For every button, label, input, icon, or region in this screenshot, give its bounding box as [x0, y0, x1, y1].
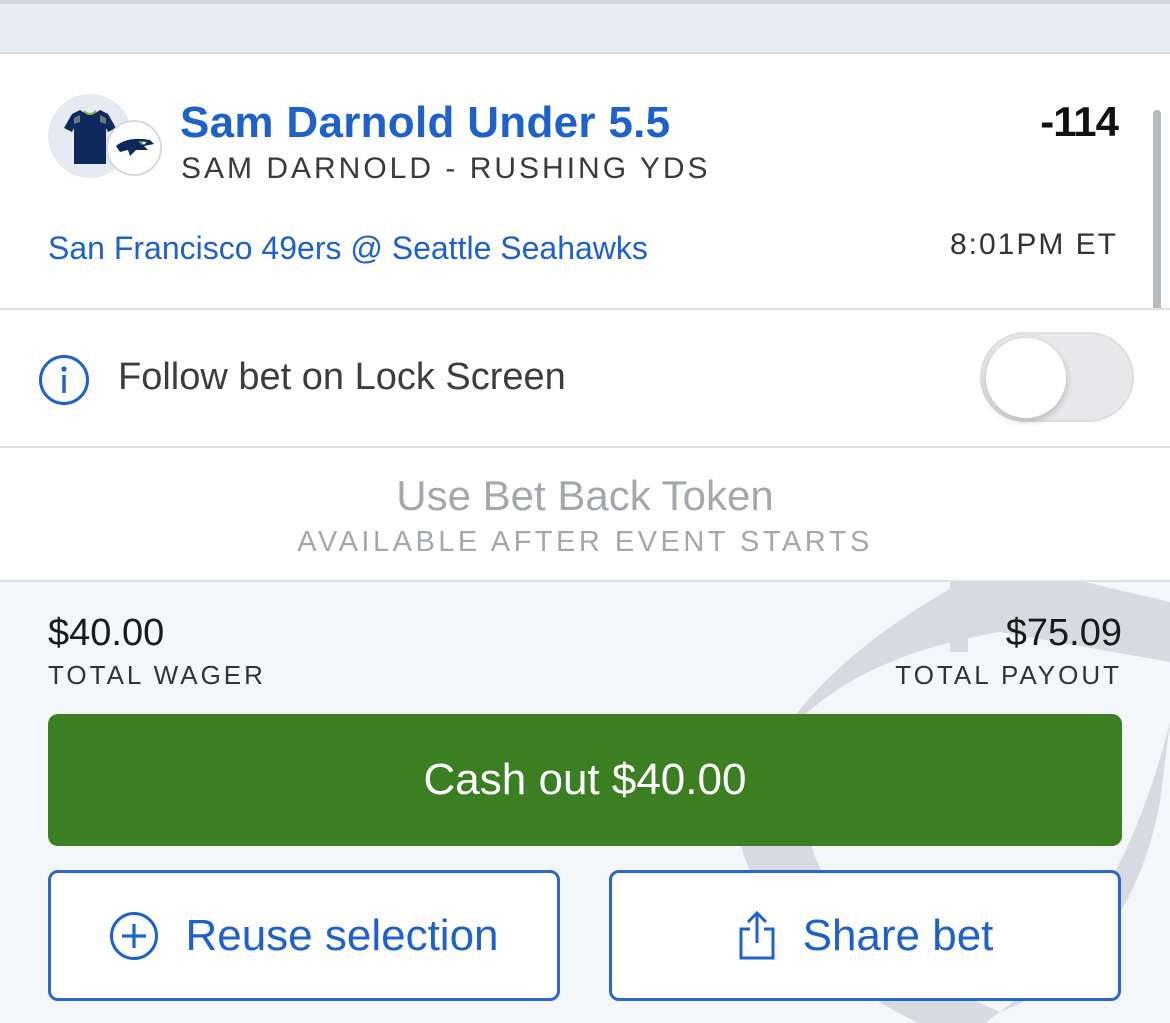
- bet-odds: -114: [1040, 98, 1119, 145]
- game-time: 8:01PM ET: [949, 228, 1118, 261]
- scrollbar[interactable]: [1153, 110, 1161, 328]
- bet-card[interactable]: Sam Darnold Under 5.5 SAM DARNOLD - RUSH…: [0, 56, 1170, 308]
- game-link[interactable]: San Francisco 49ers @ Seattle Seahawks: [48, 230, 648, 267]
- cash-out-button[interactable]: Cash out $40.00: [48, 714, 1122, 846]
- toggle-knob[interactable]: [986, 338, 1066, 418]
- reuse-selection-label: Reuse selection: [185, 910, 499, 960]
- cash-out-label: Cash out $40.00: [423, 755, 747, 804]
- total-wager-label: TOTAL WAGER: [48, 660, 266, 690]
- total-payout-label: TOTAL PAYOUT: [895, 660, 1122, 690]
- bet-title[interactable]: Sam Darnold Under 5.5: [180, 98, 670, 148]
- reuse-selection-button[interactable]: Reuse selection: [48, 870, 560, 1001]
- share-bet-button[interactable]: Share bet: [609, 870, 1121, 1001]
- bet-back-token: Use Bet Back Token AVAILABLE AFTER EVENT…: [0, 448, 1170, 580]
- follow-label: Follow bet on Lock Screen: [118, 356, 566, 398]
- wager-summary: $40.00 TOTAL WAGER $75.09 TOTAL PAYOUT C…: [0, 582, 1170, 1023]
- total-wager-amount: $40.00: [48, 612, 165, 654]
- token-title: Use Bet Back Token: [396, 472, 774, 519]
- top-strip: [0, 0, 1170, 54]
- bet-market: SAM DARNOLD - RUSHING YDS: [181, 152, 711, 185]
- lock-screen-toggle[interactable]: [980, 332, 1134, 422]
- seahawks-logo: [106, 120, 162, 176]
- share-icon: [739, 910, 775, 959]
- seahawks-icon: [116, 138, 154, 156]
- plus-circle-icon: [110, 911, 159, 960]
- follow-row: Follow bet on Lock Screen: [0, 310, 1170, 446]
- info-icon[interactable]: [38, 354, 90, 406]
- token-subtitle: AVAILABLE AFTER EVENT STARTS: [297, 526, 873, 558]
- share-bet-label: Share bet: [802, 910, 994, 960]
- total-payout-amount: $75.09: [1005, 612, 1122, 654]
